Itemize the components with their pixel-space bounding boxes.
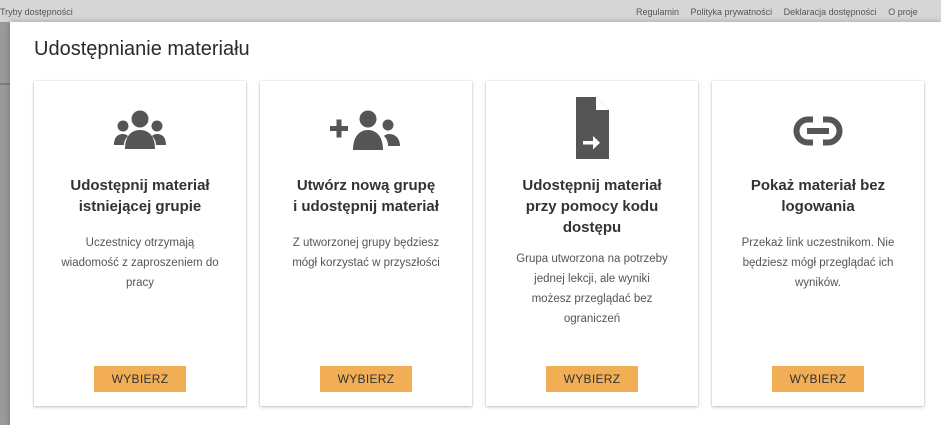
choose-button[interactable]: WYBIERZ	[94, 366, 186, 392]
share-existing-group-card[interactable]: Udostępnij materiał istniejącej grupie U…	[34, 81, 246, 406]
share-with-code-card[interactable]: Udostępnij materiał przy pomocy kodu dos…	[486, 81, 698, 406]
card-title: Udostępnij materiał przy pomocy kodu dos…	[522, 177, 662, 236]
add-group-icon	[260, 101, 472, 161]
card-description: Z utworzonej grupy będziesz mógł korzyst…	[292, 237, 440, 269]
backdrop-strip	[0, 83, 10, 85]
card-description: Grupa utworzona na potrzeby jednej lekcj…	[516, 253, 668, 325]
dialog-title: Udostępnianie materiału	[34, 38, 250, 60]
card-title: Utwórz nową grupę i udostępnij materiał	[293, 177, 439, 215]
accessibility-declaration-link[interactable]: Deklaracja dostępności	[784, 7, 877, 17]
card-description: Uczestnicy otrzymają wiadomość z zaprosz…	[61, 237, 219, 289]
choose-button[interactable]: WYBIERZ	[546, 366, 638, 392]
accessibility-modes-link[interactable]: Tryby dostępności	[0, 7, 73, 17]
top-bar: Tryby dostępności Regulamin Polityka pry…	[0, 0, 941, 22]
create-new-group-card[interactable]: Utwórz nową grupę i udostępnij materiał …	[260, 81, 472, 406]
card-title: Pokaż materiał bez logowania	[750, 177, 886, 215]
card-title: Udostępnij materiał istniejącej grupie	[70, 177, 210, 215]
share-material-dialog: Udostępnianie materiału Udostępnij mater…	[10, 22, 941, 425]
show-without-login-card[interactable]: Pokaż materiał bez logowania Przekaż lin…	[712, 81, 924, 406]
choose-button[interactable]: WYBIERZ	[320, 366, 412, 392]
file-share-icon	[486, 97, 698, 159]
link-icon	[712, 101, 924, 161]
about-project-link[interactable]: O proje	[888, 7, 918, 17]
terms-link[interactable]: Regulamin	[636, 7, 679, 17]
choose-button[interactable]: WYBIERZ	[772, 366, 864, 392]
footer-links: Regulamin Polityka prywatności Deklaracj…	[636, 7, 927, 17]
card-description: Przekaż link uczestnikom. Nie będziesz m…	[741, 237, 895, 289]
backdrop[interactable]	[0, 22, 10, 425]
privacy-policy-link[interactable]: Polityka prywatności	[691, 7, 773, 17]
users-group-icon	[34, 101, 246, 161]
